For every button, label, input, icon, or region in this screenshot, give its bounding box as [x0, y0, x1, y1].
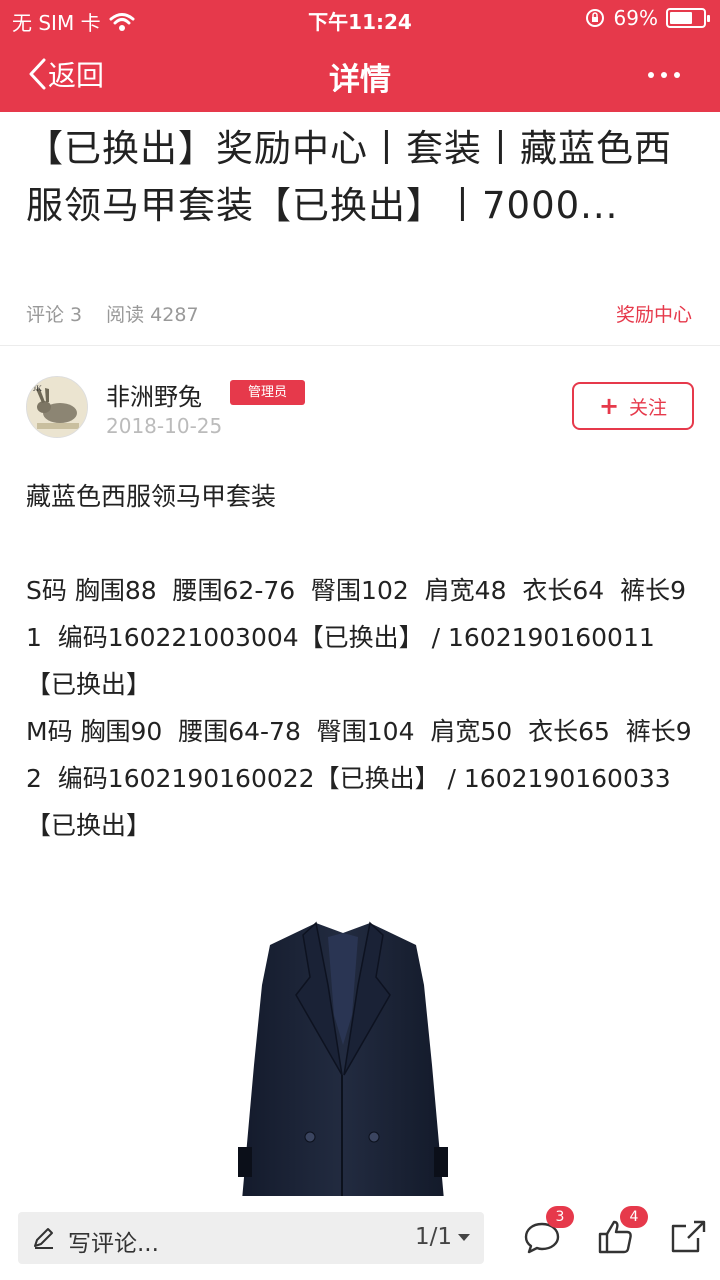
more-dot-icon	[661, 72, 667, 78]
nav-bar: 返回 详情	[0, 36, 720, 112]
page-selector[interactable]: 1/1	[415, 1224, 470, 1250]
post-date: 2018-10-25	[106, 414, 223, 438]
page-indicator: 1/1	[414, 1224, 452, 1250]
divider	[0, 345, 720, 346]
article-body: 藏蓝色西服领马甲套装 S码 胸围88 腰围62-76 臀围102 肩宽48 衣长…	[26, 473, 698, 849]
more-dot-icon	[674, 72, 680, 78]
comment-input[interactable]: 写评论... 1/1	[18, 1212, 484, 1264]
status-bar: 无 SIM 卡 下午11:24 69%	[0, 0, 720, 36]
category-link[interactable]: 奖励中心	[616, 300, 692, 327]
admin-badge: 管理员	[230, 380, 305, 405]
battery-icon	[666, 8, 710, 28]
article-title: 【已换出】奖励中心丨套装丨藏蓝色西服领马甲套装【已换出】丨7000...	[26, 127, 672, 227]
battery-percent: 69%	[613, 6, 658, 30]
pen-icon	[34, 1228, 53, 1249]
rabbit-avatar-icon: JK	[27, 377, 87, 437]
read-count-label: 阅读 4287	[106, 304, 199, 326]
author-name[interactable]: 非洲野兔	[106, 377, 202, 412]
comments-button[interactable]: 3	[522, 1206, 574, 1256]
avatar[interactable]: JK	[26, 376, 88, 438]
content-heading: 藏蓝色西服领马甲套装	[26, 482, 277, 511]
status-right: 69%	[584, 6, 710, 30]
product-image[interactable]	[218, 915, 468, 1200]
comment-count-badge: 3	[546, 1206, 574, 1228]
svg-text:JK: JK	[33, 384, 42, 393]
caret-down-icon	[458, 1233, 470, 1241]
comment-placeholder: 写评论...	[68, 1231, 159, 1257]
comment-count-label: 评论 3	[26, 304, 83, 326]
content-size-m: M码 胸围90 腰围64-78 臀围104 肩宽50 衣长65 裤长92 编码1…	[26, 717, 692, 840]
follow-button[interactable]: + 关注	[572, 382, 694, 430]
navy-vest-image	[238, 921, 448, 1200]
page-title: 详情	[329, 62, 391, 98]
more-dot-icon	[648, 72, 654, 78]
content-size-s: S码 胸围88 腰围62-76 臀围102 肩宽48 衣长64 裤长91 编码1…	[26, 576, 686, 699]
like-count-badge: 4	[620, 1206, 648, 1228]
like-button[interactable]: 4	[596, 1206, 648, 1256]
more-button[interactable]	[648, 72, 680, 78]
article-meta: 评论 3 阅读 4287	[26, 300, 199, 327]
bottom-bar: 写评论... 1/1 3 4	[0, 1196, 720, 1280]
share-button[interactable]	[668, 1216, 708, 1256]
plus-icon: +	[598, 392, 620, 420]
follow-label: 关注	[629, 396, 668, 419]
share-icon	[671, 1220, 706, 1253]
orientation-lock-icon	[585, 9, 604, 27]
